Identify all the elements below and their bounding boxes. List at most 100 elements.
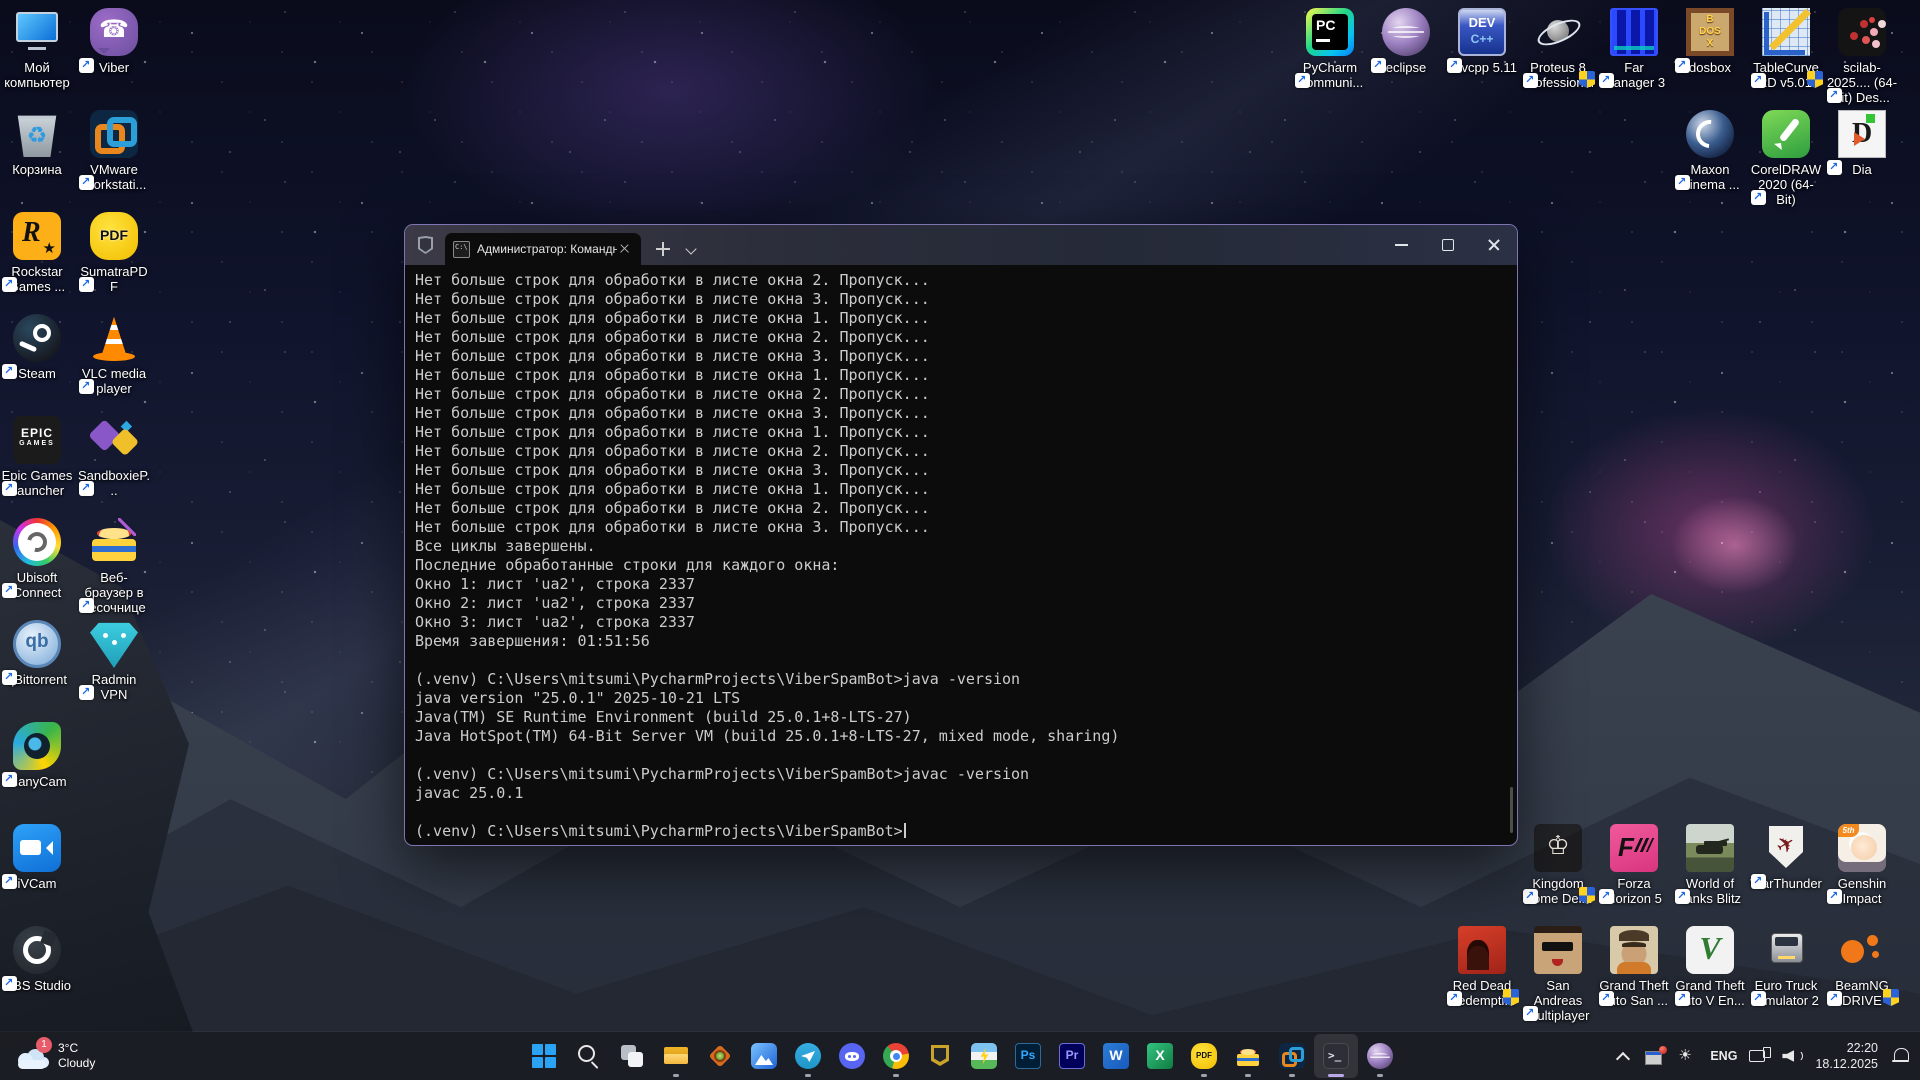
terminal-line: Нет больше строк для обработки в листе о… xyxy=(415,347,1517,366)
language-indicator[interactable]: ENG xyxy=(1706,1043,1741,1069)
tab-dropdown-button[interactable] xyxy=(681,237,703,261)
desktop-icon-coreldraw[interactable]: CorelDRAW 2020 (64-Bit) xyxy=(1749,110,1823,207)
desktop-icon-sandbox-browser[interactable]: Веб-браузер в песочнице xyxy=(77,518,151,615)
shortcut-arrow-icon xyxy=(79,685,94,700)
taskbar-photos-button[interactable] xyxy=(742,1034,786,1078)
desktop-icon-beamng[interactable]: BeamNG DRIVE xyxy=(1825,926,1899,1008)
tray-chevron-up-icon[interactable] xyxy=(1610,1043,1636,1069)
app-glyph xyxy=(1191,1043,1217,1069)
taskbar-excel-button[interactable] xyxy=(1138,1034,1182,1078)
desktop-icon-forza[interactable]: Forza Horizon 5 xyxy=(1597,824,1671,906)
desktop-icon-pycharm[interactable]: PyCharm Communi... xyxy=(1293,8,1367,90)
desktop: Мой компьютер Viber Корзина VMware Works… xyxy=(0,0,1920,1080)
shortcut-arrow-icon xyxy=(2,772,17,787)
app-icon xyxy=(13,416,61,464)
desktop-icon-dia[interactable]: Dia xyxy=(1825,110,1899,177)
desktop-icon-eclipse[interactable]: eclipse xyxy=(1369,8,1443,75)
desktop-icon-ubisoft[interactable]: Ubisoft Connect xyxy=(0,518,74,600)
taskbar-chrome-button[interactable] xyxy=(874,1034,918,1078)
desktop-icon-ets2[interactable]: Euro Truck Simulator 2 xyxy=(1749,926,1823,1008)
tab-close-icon[interactable] xyxy=(617,241,633,257)
terminal-tab[interactable]: Администратор: Командная строка xyxy=(445,233,641,265)
desktop-icon-gtasa[interactable]: Grand Theft Auto San ... xyxy=(1597,926,1671,1008)
notification-badge: 1 xyxy=(36,1037,52,1053)
desktop-icon-my-computer[interactable]: Мой компьютер xyxy=(0,8,74,90)
network-icon[interactable] xyxy=(1747,1043,1773,1069)
desktop-icon-manycam[interactable]: ManyCam xyxy=(0,722,74,789)
shortcut-arrow-icon xyxy=(1751,73,1766,88)
taskbar-photoshop-button[interactable] xyxy=(1006,1034,1050,1078)
app-icon xyxy=(1762,926,1810,974)
weather-widget[interactable]: 1 3°C Cloudy xyxy=(10,1036,101,1076)
desktop-icon-farmanager[interactable]: Far Manager 3 xyxy=(1597,8,1671,90)
desktop-icon-sandboxie[interactable]: SandboxieP... xyxy=(77,416,151,498)
desktop-icon-radmin[interactable]: Radmin VPN xyxy=(77,620,151,702)
desktop-icon-gtav[interactable]: Grand Theft Auto V En... xyxy=(1673,926,1747,1008)
taskbar-sandbox-button[interactable] xyxy=(1226,1034,1270,1078)
desktop-icon-ivcam[interactable]: iVCam xyxy=(0,824,74,891)
taskbar-booster-button[interactable] xyxy=(962,1034,1006,1078)
taskbar-sumatra-button[interactable] xyxy=(1182,1034,1226,1078)
desktop-icon-recycle-bin[interactable]: Корзина xyxy=(0,110,74,177)
close-button[interactable] xyxy=(1471,225,1517,265)
shortcut-arrow-icon xyxy=(1675,889,1690,904)
maximize-button[interactable] xyxy=(1425,225,1471,265)
new-tab-button[interactable] xyxy=(651,237,675,261)
desktop-icon-sumatrapdf[interactable]: SumatraPDF xyxy=(77,212,151,294)
taskbar-search-button[interactable] xyxy=(566,1034,610,1078)
taskbar-eclipse-button[interactable] xyxy=(1358,1034,1402,1078)
desktop-icon-samp[interactable]: San Andreas Multiplayer xyxy=(1521,926,1595,1023)
desktop-icon-maxon[interactable]: Maxon Cinema ... xyxy=(1673,110,1747,192)
terminal-titlebar[interactable]: Администратор: Командная строка xyxy=(405,225,1517,265)
taskbar-word-button[interactable] xyxy=(1094,1034,1138,1078)
desktop-icon-steam[interactable]: Steam xyxy=(0,314,74,381)
desktop-icon-epic[interactable]: Epic Games Launcher xyxy=(0,416,74,498)
taskbar-telegram-button[interactable] xyxy=(786,1034,830,1078)
desktop-icon-devcpp[interactable]: devcpp 5.11 xyxy=(1445,8,1519,75)
desktop-icon-tablecurve[interactable]: TableCurve 2D v5.01 xyxy=(1749,8,1823,90)
clock[interactable]: 22:20 18.12.2025 xyxy=(1811,1040,1882,1072)
tray-radmin-icon[interactable] xyxy=(1642,1043,1668,1069)
desktop-icon-genshin[interactable]: Genshin Impact xyxy=(1825,824,1899,906)
taskbar-start-button[interactable] xyxy=(522,1034,566,1078)
tray-brightness-icon[interactable] xyxy=(1674,1043,1700,1069)
cmd-icon xyxy=(453,241,470,258)
desktop-icon-obs[interactable]: OBS Studio xyxy=(0,926,74,993)
taskbar-vmware-button[interactable] xyxy=(1270,1034,1314,1078)
desktop-icon-wot[interactable]: World of Tanks Blitz xyxy=(1673,824,1747,906)
desktop-icon-rdr[interactable]: Red Dead Redempti... xyxy=(1445,926,1519,1008)
shortcut-arrow-icon xyxy=(2,976,17,991)
desktop-icon-kingdom[interactable]: Kingdom Come Del... xyxy=(1521,824,1595,906)
desktop-icon-viber[interactable]: Viber xyxy=(77,8,151,75)
desktop-icon-qbittorrent[interactable]: qBittorrent xyxy=(0,620,74,687)
app-glyph xyxy=(839,1043,865,1069)
taskbar-discord-button[interactable] xyxy=(830,1034,874,1078)
volume-icon[interactable] xyxy=(1779,1043,1805,1069)
app-glyph xyxy=(795,1043,821,1069)
desktop-icon-proteus[interactable]: Proteus 8 Professional xyxy=(1521,8,1595,90)
terminal-line: (.venv) C:\Users\mitsumi\PycharmProjects… xyxy=(415,765,1517,784)
taskbar-terminal-button[interactable] xyxy=(1314,1034,1358,1078)
notifications-bell-icon[interactable] xyxy=(1888,1043,1914,1069)
desktop-icon-vmware[interactable]: VMware Workstati... xyxy=(77,110,151,192)
shortcut-arrow-icon xyxy=(1371,58,1386,73)
desktop-icon-scilab[interactable]: scilab-2025.... (64-bit) Des... xyxy=(1825,8,1899,105)
desktop-icon-vlc[interactable]: VLC media player xyxy=(77,314,151,396)
terminal-scrollbar[interactable] xyxy=(1510,787,1513,833)
running-indicator xyxy=(1245,1074,1251,1077)
taskbar-explorer-button[interactable] xyxy=(654,1034,698,1078)
desktop-icon-rockstar[interactable]: Rockstar Games ... xyxy=(0,212,74,294)
terminal-window: Администратор: Командная строка Нет боль… xyxy=(404,224,1518,846)
taskbar-defender-button[interactable] xyxy=(918,1034,962,1078)
desktop-icon-warthunder[interactable]: WarThunder xyxy=(1749,824,1823,891)
taskbar-task-view-button[interactable] xyxy=(610,1034,654,1078)
app-icon xyxy=(90,518,138,566)
terminal-line: Нет больше строк для обработки в листе о… xyxy=(415,385,1517,404)
desktop-icon-dosbox[interactable]: dosbox xyxy=(1673,8,1747,75)
taskbar-premiere-button[interactable] xyxy=(1050,1034,1094,1078)
minimize-button[interactable] xyxy=(1379,225,1425,265)
taskbar-webcam-button[interactable] xyxy=(698,1034,742,1078)
weather-temp: 3°C xyxy=(58,1041,95,1056)
app-icon xyxy=(90,110,138,158)
shortcut-arrow-icon xyxy=(1827,160,1842,175)
